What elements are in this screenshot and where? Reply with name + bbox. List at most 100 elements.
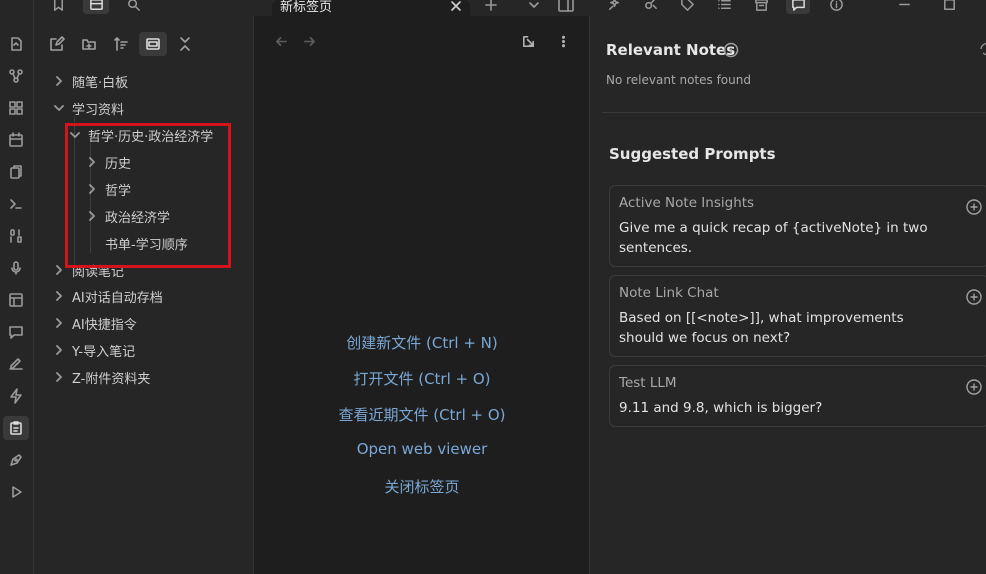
chat-icon[interactable] bbox=[3, 320, 29, 344]
editor-pane: 创建新文件 (Ctrl + N) 打开文件 (Ctrl + O) 查看近期文件 … bbox=[254, 16, 590, 574]
open-link-icon[interactable] bbox=[518, 31, 538, 51]
forward-arrow-icon[interactable] bbox=[299, 31, 319, 51]
prompt-card-body: 9.11 and 9.8, which is bigger? bbox=[619, 400, 823, 416]
new-tab-plus-icon[interactable] bbox=[482, 0, 500, 14]
tree-item-label: Y-导入笔记 bbox=[72, 344, 136, 360]
outline-list-icon[interactable] bbox=[712, 0, 736, 14]
info-icon[interactable] bbox=[824, 0, 848, 14]
tree-item-label: 哲学 bbox=[105, 183, 132, 199]
tree-item-label: AI对话自动存档 bbox=[72, 290, 163, 306]
ai-tools-icon[interactable] bbox=[638, 0, 662, 14]
prompt-card[interactable]: Note Link Chat Based on [[<note>]], what… bbox=[609, 275, 986, 357]
refresh-icon[interactable] bbox=[978, 40, 986, 58]
templates-icon[interactable] bbox=[3, 160, 29, 184]
suggested-prompts-title: Suggested Prompts bbox=[609, 145, 776, 163]
right-sidebar-header bbox=[590, 0, 986, 16]
tree-folder-yuedu[interactable]: 阅读笔记 bbox=[52, 259, 124, 281]
chevron-right-icon bbox=[52, 263, 66, 277]
tree-folder-suibi[interactable]: 随笔·白板 bbox=[52, 70, 128, 92]
create-new-file-link[interactable]: 创建新文件 (Ctrl + N) bbox=[254, 332, 590, 353]
back-arrow-icon[interactable] bbox=[271, 31, 291, 51]
auto-reveal-icon[interactable] bbox=[139, 32, 167, 56]
ai-sparkle-icon[interactable] bbox=[602, 0, 626, 14]
chevron-right-icon bbox=[85, 155, 99, 169]
files-tab-icon[interactable] bbox=[83, 0, 109, 14]
chevron-right-icon bbox=[85, 182, 99, 196]
tree-folder-lishi[interactable]: 历史 bbox=[85, 151, 131, 173]
prompt-card-body: Based on [[<note>]], what improvements s… bbox=[619, 310, 904, 346]
lightning-icon[interactable] bbox=[3, 384, 29, 408]
chevron-down-icon bbox=[52, 101, 66, 115]
sort-icon[interactable] bbox=[107, 32, 135, 56]
maximize-window-icon[interactable] bbox=[937, 0, 961, 14]
calendar-icon[interactable] bbox=[3, 128, 29, 152]
add-prompt-plus-icon[interactable] bbox=[965, 378, 983, 396]
layout-icon[interactable] bbox=[3, 288, 29, 312]
open-web-viewer-link[interactable]: Open web viewer bbox=[254, 440, 590, 458]
relevant-notes-empty: No relevant notes found bbox=[606, 73, 751, 87]
graph-view-icon[interactable] bbox=[3, 64, 29, 88]
tree-folder-ai-archive[interactable]: AI对话自动存档 bbox=[52, 285, 163, 307]
tags-icon[interactable] bbox=[675, 0, 699, 14]
new-folder-icon[interactable] bbox=[75, 32, 103, 56]
close-tab-icon[interactable] bbox=[448, 0, 464, 14]
play-icon[interactable] bbox=[3, 480, 29, 504]
tab-title: 新标签页 bbox=[280, 0, 333, 15]
prompt-card-title: Note Link Chat bbox=[619, 285, 719, 301]
binary-icon[interactable] bbox=[3, 224, 29, 248]
chevron-right-icon bbox=[52, 370, 66, 384]
relevant-notes-info-icon[interactable] bbox=[723, 42, 739, 58]
tree-folder-zhexue[interactable]: 哲学 bbox=[85, 178, 131, 200]
tree-item-label: 历史 bbox=[105, 156, 132, 172]
terminal-icon[interactable] bbox=[3, 192, 29, 216]
bookmark-icon[interactable] bbox=[45, 0, 71, 14]
sidebar-toggle-icon[interactable] bbox=[556, 0, 576, 14]
collapse-all-icon[interactable] bbox=[171, 32, 199, 56]
open-document-icon[interactable] bbox=[3, 32, 29, 56]
left-ribbon bbox=[0, 0, 34, 574]
chevron-right-icon bbox=[52, 316, 66, 330]
prompt-card[interactable]: Test LLM 9.11 and 9.8, which is bigger? bbox=[609, 365, 986, 427]
clipboard-icon[interactable] bbox=[3, 416, 29, 440]
prompt-card[interactable]: Active Note Insights Give me a quick rec… bbox=[609, 185, 986, 267]
prompt-card-title: Test LLM bbox=[619, 375, 677, 391]
tree-item-label: 哲学·历史·政治经济学 bbox=[88, 129, 214, 145]
tree-folder-xuexi[interactable]: 学习资料 bbox=[52, 97, 124, 119]
sidebar-tab-header bbox=[34, 0, 254, 16]
tree-item-label: 学习资料 bbox=[72, 102, 125, 118]
recent-files-link[interactable]: 查看近期文件 (Ctrl + O) bbox=[254, 404, 590, 425]
more-options-icon[interactable] bbox=[553, 31, 573, 51]
canvas-icon[interactable] bbox=[3, 96, 29, 120]
copilot-chat-icon[interactable] bbox=[786, 0, 810, 14]
new-note-icon[interactable] bbox=[43, 32, 71, 56]
chevron-right-icon bbox=[85, 209, 99, 223]
close-tab-link[interactable]: 关闭标签页 bbox=[254, 476, 590, 497]
file-explorer: 随笔·白板 学习资料 哲学·历史·政治经济学 历史 哲学 政治经济学 书单-学习… bbox=[34, 16, 254, 574]
tree-folder-zhengzhi[interactable]: 政治经济学 bbox=[85, 205, 170, 227]
tree-folder-ai-commands[interactable]: AI快捷指令 bbox=[52, 312, 137, 334]
open-file-link[interactable]: 打开文件 (Ctrl + O) bbox=[254, 368, 590, 389]
prompt-card-body: Give me a quick recap of {activeNote} in… bbox=[619, 220, 928, 256]
add-prompt-plus-icon[interactable] bbox=[965, 288, 983, 306]
tree-file-shudan[interactable]: 书单-学习顺序 bbox=[105, 232, 188, 254]
microphone-icon[interactable] bbox=[3, 256, 29, 280]
tree-item-label: 阅读笔记 bbox=[72, 264, 125, 280]
chevron-right-icon bbox=[52, 343, 66, 357]
chevron-right-icon bbox=[52, 74, 66, 88]
signature-icon[interactable] bbox=[3, 352, 29, 376]
pen-tool-icon[interactable] bbox=[3, 448, 29, 472]
tree-folder-zhexue-lishi[interactable]: 哲学·历史·政治经济学 bbox=[68, 124, 213, 146]
tab-list-chevron-icon[interactable] bbox=[525, 0, 543, 14]
copilot-panel: Relevant Notes No relevant notes found S… bbox=[590, 16, 986, 574]
relevant-notes-title: Relevant Notes bbox=[606, 41, 736, 59]
tree-item-label: AI快捷指令 bbox=[72, 317, 137, 333]
section-divider bbox=[602, 112, 986, 113]
search-icon[interactable] bbox=[120, 0, 146, 14]
tree-folder-z-attachments[interactable]: Z-附件资料夹 bbox=[52, 366, 150, 388]
chevron-right-icon bbox=[52, 289, 66, 303]
archive-icon[interactable] bbox=[749, 0, 773, 14]
add-prompt-plus-icon[interactable] bbox=[965, 198, 983, 216]
tree-folder-y-import[interactable]: Y-导入笔记 bbox=[52, 339, 135, 361]
tree-item-label: 随笔·白板 bbox=[72, 75, 129, 91]
minimize-window-icon[interactable] bbox=[892, 0, 916, 14]
